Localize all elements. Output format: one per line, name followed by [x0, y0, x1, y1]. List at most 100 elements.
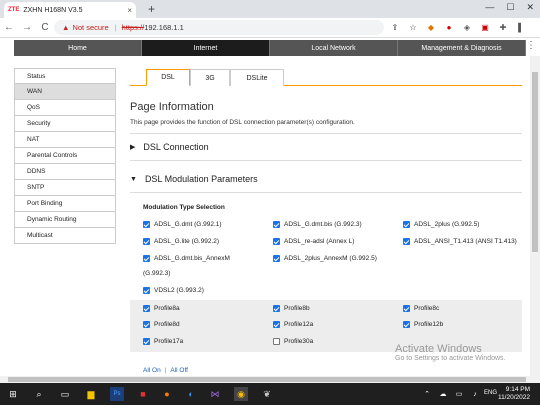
checkbox-checked-icon[interactable]	[143, 238, 150, 245]
tray-chevron-icon[interactable]: ⌃	[420, 387, 434, 401]
forward-button[interactable]: →	[18, 22, 36, 33]
opera-extension-icon[interactable]: ●	[444, 22, 454, 32]
video-extension-icon[interactable]: ▣	[480, 22, 490, 32]
checkbox-checked-icon[interactable]	[143, 221, 150, 228]
checkbox-profile12b[interactable]: Profile12b	[403, 321, 443, 328]
tab-3g[interactable]: 3G	[190, 69, 230, 86]
checkbox-checked-icon[interactable]	[143, 287, 150, 294]
close-window-button[interactable]: ✕	[526, 2, 534, 13]
dsl-connection-header[interactable]: ▶ DSL Connection	[130, 142, 209, 152]
browser-menu-icon[interactable]: ⋮	[526, 40, 536, 51]
horizontal-scrollbar[interactable]	[0, 376, 540, 383]
checkbox-vdsl2[interactable]: VDSL2 (G.993.2)	[143, 287, 204, 294]
checkbox-unchecked-icon[interactable]	[273, 338, 280, 345]
scroll-thumb[interactable]	[532, 72, 538, 252]
sidebar-item-qos[interactable]: QoS	[14, 100, 116, 116]
checkbox-checked-icon[interactable]	[403, 305, 410, 312]
volume-icon[interactable]: ♪	[468, 387, 482, 401]
topnav-local-network[interactable]: Local Network	[270, 40, 398, 56]
language-indicator[interactable]: ENG	[484, 390, 497, 396]
firefox-icon[interactable]: ●	[160, 387, 174, 401]
sidebar-item-parental-controls[interactable]: Parental Controls	[14, 148, 116, 164]
task-view-icon[interactable]: ▭	[58, 387, 72, 401]
checkbox-checked-icon[interactable]	[273, 305, 280, 312]
checkbox-adsl-re-adsl[interactable]: ADSL_re-adsl (Annex L)	[273, 238, 354, 245]
dsl-connection-label: DSL Connection	[143, 142, 209, 152]
checkbox-profile8a[interactable]: Profile8a	[143, 305, 180, 312]
all-on-link[interactable]: All On	[143, 367, 161, 374]
checkbox-checked-icon[interactable]	[403, 221, 410, 228]
topnav-home[interactable]: Home	[14, 40, 142, 56]
tab-dsl[interactable]: DSL	[146, 69, 190, 86]
visual-studio-icon[interactable]: ⋈	[208, 387, 222, 401]
sidebar-item-security[interactable]: Security	[14, 116, 116, 132]
new-tab-button[interactable]: +	[148, 2, 155, 16]
onedrive-icon[interactable]: ☁	[436, 387, 450, 401]
extension-icon[interactable]: ◆	[426, 22, 436, 32]
search-icon[interactable]: ⌕	[32, 387, 46, 401]
checkbox-profile8d[interactable]: Profile8d	[143, 321, 180, 328]
reload-button[interactable]: C	[36, 22, 54, 33]
url-bar[interactable]: ▲ Not secure | https:// 192.168.1.1	[54, 20, 384, 35]
checkbox-checked-icon[interactable]	[273, 238, 280, 245]
checkbox-checked-icon[interactable]	[403, 238, 410, 245]
checkbox-checked-icon[interactable]	[143, 255, 150, 262]
app-icon[interactable]: ❦	[260, 387, 274, 401]
checkbox-profile8c[interactable]: Profile8c	[403, 305, 439, 312]
vertical-scrollbar[interactable]	[530, 56, 540, 376]
tab-close-icon[interactable]: ×	[127, 6, 132, 15]
windows-start-icon[interactable]: ⊞	[6, 387, 20, 401]
url-host: 192.168.1.1	[144, 23, 184, 32]
photoshop-icon[interactable]: Ps	[110, 387, 124, 401]
back-button[interactable]: ←	[0, 22, 18, 33]
option-label-continued: (G.992.3)	[143, 270, 171, 277]
share-icon[interactable]: ⇪	[390, 22, 400, 32]
checkbox-checked-icon[interactable]	[143, 338, 150, 345]
checkbox-checked-icon[interactable]	[273, 321, 280, 328]
system-clock[interactable]: 9:14 PM 11/20/2022	[498, 386, 530, 402]
puzzle-extensions-icon[interactable]: ✚	[498, 22, 508, 32]
all-off-link[interactable]: All Off	[170, 367, 188, 374]
sidebar-item-wan[interactable]: WAN	[14, 84, 116, 100]
checkbox-checked-icon[interactable]	[273, 221, 280, 228]
checkbox-adsl-2plus[interactable]: ADSL_2plus (G.992.5)	[403, 221, 479, 228]
maximize-button[interactable]: ☐	[506, 2, 514, 13]
sidebar-item-status[interactable]: Status	[14, 68, 116, 84]
modulation-params-header[interactable]: ▼ DSL Modulation Parameters	[130, 174, 258, 184]
checkbox-profile17a[interactable]: Profile17a	[143, 338, 183, 345]
sidebar-icon[interactable]: ▌	[516, 22, 526, 32]
edge-icon[interactable]: ◐	[184, 387, 198, 401]
checkbox-checked-icon[interactable]	[143, 305, 150, 312]
zte-favicon-icon: ZTE	[8, 7, 20, 13]
sidebar-item-multicast[interactable]: Multicast	[14, 228, 116, 244]
sidebar-item-port-binding[interactable]: Port Binding	[14, 196, 116, 212]
checkbox-checked-icon[interactable]	[273, 255, 280, 262]
sidebar-item-sntp[interactable]: SNTP	[14, 180, 116, 196]
tab-dslite[interactable]: DSLite	[230, 69, 284, 86]
shield-extension-icon[interactable]: ◈	[462, 22, 472, 32]
checkbox-adsl-2plus-annexm[interactable]: ADSL_2plus_AnnexM (G.992.5)	[273, 255, 377, 262]
media-app-icon[interactable]: ■	[136, 387, 150, 401]
scroll-thumb[interactable]	[8, 377, 526, 382]
checkbox-adsl-g-dmt-bis[interactable]: ADSL_G.dmt.bis (G.992.3)	[273, 221, 362, 228]
minimize-button[interactable]: —	[485, 2, 494, 13]
bookmark-star-icon[interactable]: ☆	[408, 22, 418, 32]
file-explorer-icon[interactable]: ▆	[84, 387, 98, 401]
checkbox-adsl-ansi[interactable]: ADSL_ANSI_T1.413 (ANSI T1.413)	[403, 238, 517, 245]
checkbox-profile30a[interactable]: Profile30a	[273, 338, 313, 345]
topnav-management-diagnosis[interactable]: Management & Diagnosis	[398, 40, 526, 56]
browser-tab[interactable]: ZTE ZXHN H168N V3.5 ×	[4, 2, 136, 18]
sidebar-item-ddns[interactable]: DDNS	[14, 164, 116, 180]
topnav-internet[interactable]: Internet	[142, 40, 270, 56]
sidebar-item-nat[interactable]: NAT	[14, 132, 116, 148]
battery-icon[interactable]: ▭	[452, 387, 466, 401]
checkbox-adsl-g-dmt[interactable]: ADSL_G.dmt (G.992.1)	[143, 221, 222, 228]
checkbox-profile12a[interactable]: Profile12a	[273, 321, 313, 328]
checkbox-checked-icon[interactable]	[143, 321, 150, 328]
checkbox-adsl-g-lite[interactable]: ADSL_G.lite (G.992.2)	[143, 238, 219, 245]
checkbox-profile8b[interactable]: Profile8b	[273, 305, 310, 312]
checkbox-checked-icon[interactable]	[403, 321, 410, 328]
chrome-icon[interactable]: ◉	[234, 387, 248, 401]
checkbox-adsl-g-dmt-bis-annexm[interactable]: ADSL_G.dmt.bis_AnnexM	[143, 255, 230, 262]
sidebar-item-dynamic-routing[interactable]: Dynamic Routing	[14, 212, 116, 228]
